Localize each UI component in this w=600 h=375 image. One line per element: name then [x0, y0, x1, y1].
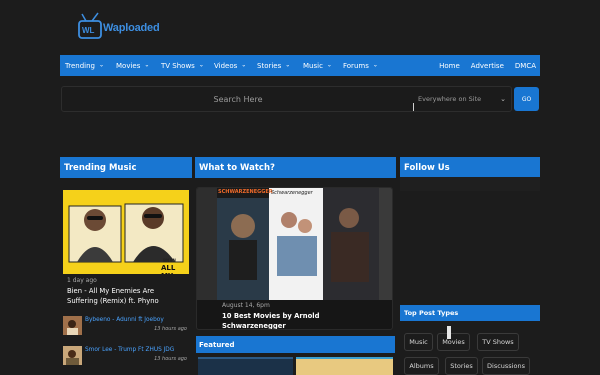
poster-title-2: Schwarzenegger: [271, 190, 313, 196]
nav-link-advertise[interactable]: Advertise: [471, 62, 504, 70]
featured-thumbnail[interactable]: [296, 357, 393, 375]
tag-music[interactable]: Music: [404, 333, 433, 351]
svg-text:WL: WL: [82, 26, 95, 35]
chevron-down-icon: ⌄: [500, 95, 506, 103]
main-nav: Trending ⌄ Movies ⌄ TV Shows ⌄ Videos ⌄ Stor…: [60, 55, 540, 76]
list-item[interactable]: Bybeeno - Adunni ft Joeboy 13 hours ago: [63, 316, 191, 336]
nav-item-tv-shows[interactable]: TV Shows ⌄: [161, 62, 204, 70]
nav-label: Stories: [257, 61, 282, 70]
thumb-caption-small: BNXN: [163, 258, 176, 263]
poster-title-1: SCHWARZENEGGER: [218, 189, 273, 195]
nav-item-music[interactable]: Music ⌄: [303, 62, 332, 70]
follow-us-panel: [400, 177, 540, 191]
list-item-time: 13 hours ago: [154, 356, 187, 362]
nav-label: TV Shows: [161, 61, 195, 70]
nav-label: Trending: [65, 61, 95, 70]
watch-title: 10 Best Movies by Arnold Schwarzenegger: [222, 312, 320, 330]
chevron-down-icon: ⌄: [198, 61, 204, 69]
tag-stories[interactable]: Stories: [445, 357, 478, 375]
what-to-watch-header: What to Watch?: [195, 157, 396, 178]
chevron-down-icon: ⌄: [372, 61, 378, 69]
nav-item-stories[interactable]: Stories ⌄: [257, 62, 290, 70]
list-thumbnail: [63, 316, 82, 335]
site-logo-text: Waploaded: [103, 22, 160, 34]
nav-link-home[interactable]: Home: [439, 62, 460, 70]
watch-card[interactable]: SCHWARZENEGGER Schwarzenegger August 14,…: [196, 187, 393, 330]
nav-item-forums[interactable]: Forums ⌄: [343, 62, 378, 70]
nav-label: Videos: [214, 61, 238, 70]
watch-date: August 14, 6pm: [222, 302, 270, 309]
mouse-cursor-icon: [447, 326, 451, 339]
search-scope-select[interactable]: Everywhere on Site ⌄: [414, 87, 512, 111]
chevron-down-icon: ⌄: [98, 61, 105, 69]
nav-label: Movies: [116, 61, 141, 70]
search-scope-value: Everywhere on Site: [418, 95, 482, 103]
nav-item-videos[interactable]: Videos ⌄: [214, 62, 246, 70]
nav-item-movies[interactable]: Movies ⌄: [116, 62, 149, 70]
chevron-down-icon: ⌄: [285, 61, 291, 69]
featured-thumbnail[interactable]: [198, 357, 293, 375]
list-item[interactable]: Smor Lee - Trump Ft ZHUS JDG 13 hours ag…: [63, 346, 191, 366]
movie-posters-icon: [197, 188, 392, 300]
poster-collage: SCHWARZENEGGER Schwarzenegger: [197, 188, 392, 300]
chevron-down-icon: ⌄: [326, 61, 332, 69]
nav-link-dmca[interactable]: DMCA: [515, 62, 536, 70]
nav-item-trending[interactable]: Trending ⌄: [65, 62, 104, 70]
nav-label: Music: [303, 61, 323, 70]
list-item-title: Smor Lee - Trump Ft ZHUS JDG: [85, 347, 175, 353]
trending-title[interactable]: Bien - All My Enemies Are Suffering (Rem…: [67, 286, 187, 306]
search-input[interactable]: [62, 87, 414, 111]
list-item-title: Bybeeno - Adunni ft Joeboy: [85, 317, 164, 323]
nav-label: Forums: [343, 61, 369, 70]
trending-music-header: Trending Music: [60, 157, 192, 178]
thumb-caption: ALL MY: [161, 264, 176, 274]
tag-albums[interactable]: Albums: [404, 357, 439, 375]
featured-header: Featured: [196, 336, 395, 353]
chevron-down-icon: ⌄: [241, 61, 247, 69]
search-bar: Everywhere on Site ⌄: [61, 86, 512, 112]
trending-thumbnail[interactable]: BNXN ALL MY: [63, 190, 189, 274]
tag-discussions[interactable]: Discussions: [482, 357, 530, 375]
trending-time: 1 day ago: [67, 277, 97, 284]
tv-logo-icon: WL: [78, 12, 102, 39]
search-go-button[interactable]: GO: [514, 87, 539, 111]
site-logo[interactable]: WL Waploaded: [78, 12, 168, 40]
tag-movies[interactable]: Movies: [437, 333, 470, 351]
chevron-down-icon: ⌄: [144, 61, 150, 69]
list-thumbnail: [63, 346, 82, 365]
top-post-types-header: Top Post Types: [400, 305, 540, 321]
follow-us-header: Follow Us: [400, 157, 540, 178]
tag-tv-shows[interactable]: TV Shows: [477, 333, 519, 351]
list-item-time: 13 hours ago: [154, 326, 187, 332]
